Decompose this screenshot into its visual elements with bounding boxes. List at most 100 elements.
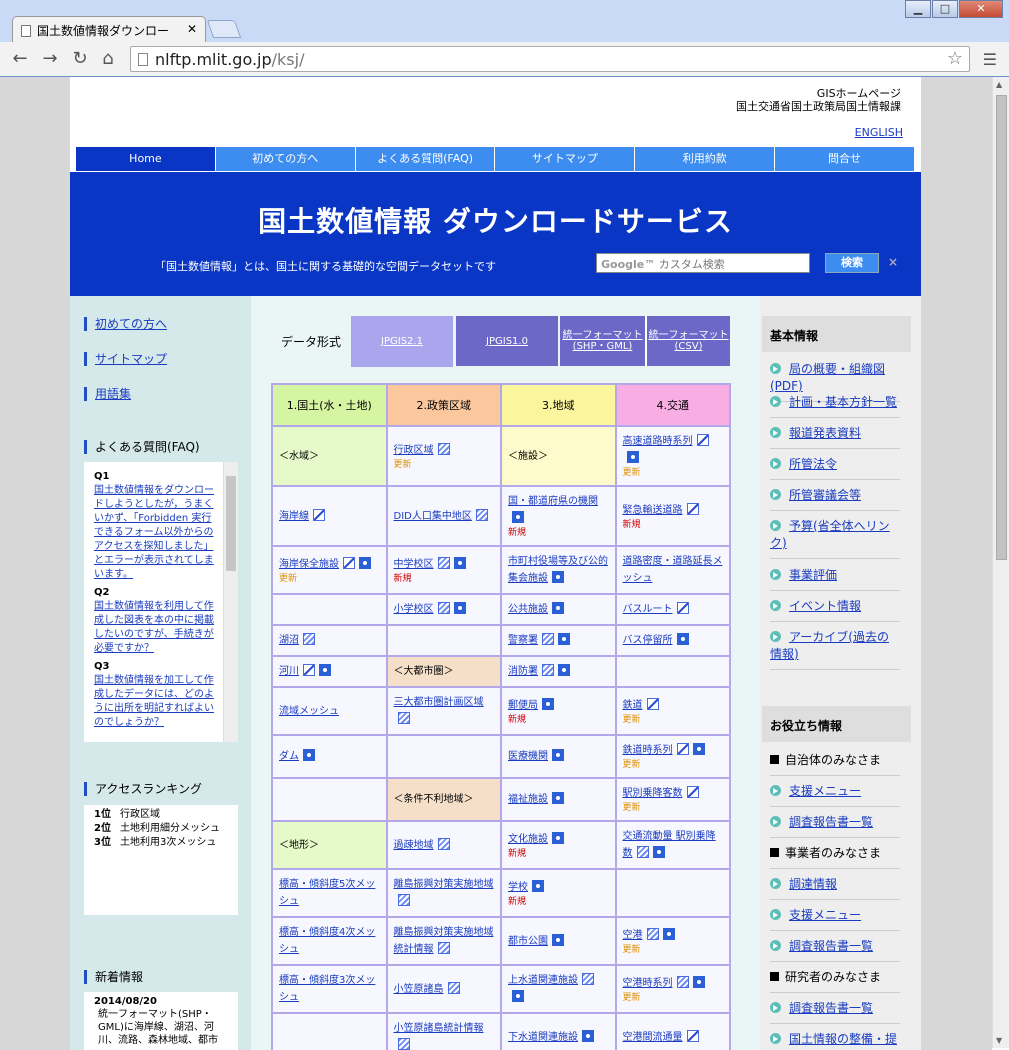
nav-item-2[interactable]: よくある質問(FAQ)	[355, 147, 496, 171]
nav-item-1[interactable]: 初めての方へ	[215, 147, 356, 171]
basic-info-link[interactable]: 所管審議会等	[770, 487, 900, 511]
tab-jpgis21[interactable]: JPGIS2.1	[351, 316, 453, 367]
useful-link[interactable]: 支援メニュー	[770, 907, 900, 931]
browser-tab[interactable]: 国土数値情報ダウンロー ✕	[12, 16, 206, 42]
dataset-link[interactable]: 緊急輸送道路	[623, 505, 683, 516]
dataset-link[interactable]: 過疎地域	[394, 840, 434, 851]
useful-link[interactable]: 調達情報	[770, 876, 900, 900]
faq-scroll-thumb[interactable]	[226, 476, 236, 571]
useful-link-text[interactable]: 支援メニュー	[789, 784, 861, 798]
basic-info-link[interactable]: 事業評価	[770, 567, 900, 591]
dataset-link[interactable]: 中学校区	[394, 559, 434, 570]
dataset-link[interactable]: 行政区域	[394, 445, 434, 456]
dataset-link[interactable]: ダム	[279, 751, 299, 762]
dataset-link[interactable]: 福祉施設	[508, 794, 548, 805]
dataset-link[interactable]: 鉄道	[623, 700, 643, 711]
dataset-link[interactable]: 離島振興対策実施地域	[394, 879, 494, 890]
nav-item-3[interactable]: サイトマップ	[495, 147, 636, 171]
menu-icon[interactable]: ☰	[983, 50, 997, 69]
useful-link[interactable]: 支援メニュー	[770, 783, 900, 807]
basic-info-link[interactable]: 報道発表資料	[770, 425, 900, 449]
scroll-up-icon[interactable]: ▲	[996, 80, 1002, 89]
dataset-link[interactable]: 高速道路時系列	[623, 436, 693, 447]
dataset-link[interactable]: 道路密度・道路延長メッシュ	[623, 556, 723, 584]
new-tab-button[interactable]	[206, 20, 242, 38]
dataset-link[interactable]: 学校	[508, 882, 528, 893]
minimize-button[interactable]: ▁	[905, 0, 931, 18]
basic-info-link[interactable]: 所管法令	[770, 456, 900, 480]
tab-close-icon[interactable]: ✕	[187, 22, 197, 36]
faq-question-link[interactable]: 国土数値情報を利用して作成した図表を本の中に掲載したいのですが、手続きが必要です…	[94, 600, 218, 656]
nav-item-5[interactable]: 問合せ	[775, 147, 915, 171]
close-window-button[interactable]: ✕	[959, 0, 1003, 18]
dataset-link[interactable]: 下水道関連施設	[508, 1032, 578, 1043]
scroll-down-icon[interactable]: ▼	[996, 1036, 1002, 1045]
page-scrollbar[interactable]: ▲ ▼	[992, 77, 1009, 1048]
basic-info-link-text[interactable]: 計画・基本方針一覧	[789, 395, 897, 409]
useful-link[interactable]: 調査報告書一覧	[770, 938, 900, 962]
basic-info-link-text[interactable]: 事業評価	[789, 568, 837, 582]
dataset-link[interactable]: 文化施設	[508, 834, 548, 845]
basic-info-link[interactable]: アーカイブ(過去の情報)	[770, 629, 900, 670]
dataset-link[interactable]: バス停留所	[623, 635, 673, 646]
forward-icon[interactable]: →	[38, 48, 62, 69]
sidebar-link-beginners[interactable]: 初めての方へ	[84, 317, 167, 331]
dataset-link[interactable]: 公共施設	[508, 604, 548, 615]
home-icon[interactable]: ⌂	[96, 48, 120, 69]
faq-question-link[interactable]: 国土数値情報を加工して作成したデータには、どのように出所を明記すればよいのでしょ…	[94, 674, 218, 730]
english-link[interactable]: ENGLISH	[855, 126, 903, 139]
basic-info-link[interactable]: 予算(省全体へリンク)	[770, 518, 900, 559]
dataset-link[interactable]: 海岸保全施設	[279, 559, 339, 570]
dataset-link[interactable]: 郵便局	[508, 700, 538, 711]
useful-link-text[interactable]: 調査報告書一覧	[789, 939, 873, 953]
dataset-link[interactable]: 都市公園	[508, 936, 548, 947]
basic-info-link-text[interactable]: アーカイブ(過去の情報)	[770, 630, 889, 661]
dataset-link[interactable]: 空港時系列	[623, 978, 673, 989]
address-bar[interactable]: nlftp.mlit.go.jp/ksj/ ☆	[130, 46, 970, 72]
basic-info-link[interactable]: イベント情報	[770, 598, 900, 622]
tab-jpgis10[interactable]: JPGIS1.0	[456, 316, 558, 366]
dataset-link[interactable]: 標高・傾斜度4次メッシュ	[279, 927, 375, 955]
dataset-link[interactable]: 空港	[623, 930, 643, 941]
useful-link-text[interactable]: 調達情報	[789, 877, 837, 891]
dataset-link[interactable]: 警察署	[508, 635, 538, 646]
faq-question-link[interactable]: 国土数値情報をダウンロードしようとしたが，うまくいかず、「Forbidden 実…	[94, 484, 218, 582]
dataset-link[interactable]: 医療機関	[508, 751, 548, 762]
basic-info-link-text[interactable]: 局の概要・組織図(PDF)	[770, 362, 885, 393]
dataset-link[interactable]: 国・都道府県の機関	[508, 496, 598, 507]
bookmark-star-icon[interactable]: ☆	[947, 48, 963, 69]
dataset-link[interactable]: 流域メッシュ	[279, 706, 339, 717]
dataset-link[interactable]: 標高・傾斜度3次メッシュ	[279, 975, 375, 1003]
basic-info-link-text[interactable]: 予算(省全体へリンク)	[770, 519, 890, 550]
dataset-link[interactable]: 標高・傾斜度5次メッシュ	[279, 879, 375, 907]
reload-icon[interactable]: ↻	[68, 48, 92, 69]
useful-link[interactable]: 調査報告書一覧	[770, 814, 900, 838]
dataset-link[interactable]: 海岸線	[279, 511, 309, 522]
dataset-link[interactable]: 湖沼	[279, 635, 299, 646]
dataset-link[interactable]: 空港間流通量	[623, 1032, 683, 1043]
dataset-link[interactable]: 駅別乗降客数	[623, 788, 683, 799]
useful-link-text[interactable]: 調査報告書一覧	[789, 1001, 873, 1015]
dataset-link[interactable]: DID人口集中地区	[394, 511, 472, 522]
dataset-link[interactable]: バスルート	[623, 604, 673, 615]
back-icon[interactable]: ←	[8, 48, 32, 69]
nav-item-4[interactable]: 利用約款	[635, 147, 776, 171]
search-input[interactable]: Google™ カスタム検索	[596, 253, 810, 273]
tab-unified-csv[interactable]: 統一フォーマット(CSV)	[645, 316, 730, 366]
useful-link-text[interactable]: 調査報告書一覧	[789, 815, 873, 829]
dataset-link[interactable]: 鉄道時系列	[623, 745, 673, 756]
useful-link[interactable]: 調査報告書一覧	[770, 1000, 900, 1024]
basic-info-link-text[interactable]: 所管法令	[789, 457, 837, 471]
dataset-link[interactable]: 上水道関連施設	[508, 975, 578, 986]
basic-info-link-text[interactable]: イベント情報	[789, 599, 861, 613]
search-button[interactable]: 検索	[825, 253, 879, 273]
dataset-link[interactable]: 小笠原諸島	[394, 984, 444, 995]
useful-link-text[interactable]: 支援メニュー	[789, 908, 861, 922]
dataset-link[interactable]: 消防署	[508, 666, 538, 677]
sidebar-link-sitemap[interactable]: サイトマップ	[84, 352, 167, 366]
sidebar-link-glossary[interactable]: 用語集	[84, 387, 131, 401]
maximize-button[interactable]: □	[932, 0, 958, 18]
nav-item-0[interactable]: Home	[76, 147, 216, 171]
basic-info-link[interactable]: 計画・基本方針一覧	[770, 394, 900, 418]
basic-info-link-text[interactable]: 報道発表資料	[789, 426, 861, 440]
